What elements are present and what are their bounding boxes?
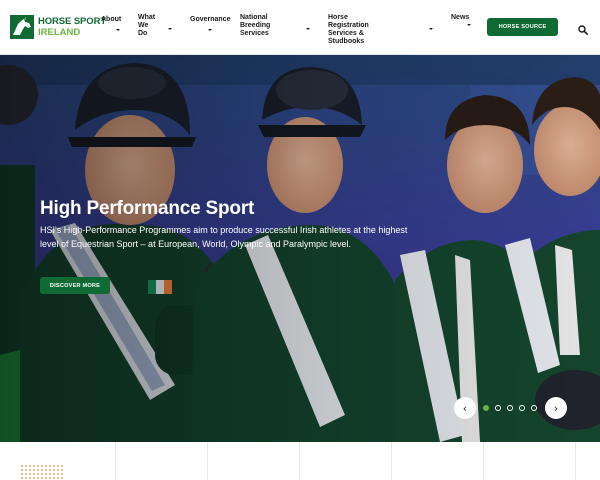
chevron-left-icon: ‹ (462, 401, 468, 415)
nav-item-label: National Breeding (240, 14, 271, 29)
search-icon[interactable] (578, 22, 588, 35)
chevron-down-icon (116, 29, 120, 31)
chevron-down-icon (306, 28, 310, 30)
logo-line-1: HORSE SPORT (38, 16, 107, 27)
column-divider (115, 442, 116, 480)
site-header: HORSE SPORT IRELAND About What We Do Gov… (0, 0, 600, 55)
chevron-down-icon (208, 29, 212, 31)
nav-item-news[interactable]: News (451, 14, 471, 26)
column-divider (299, 442, 300, 480)
slider-dot-3[interactable] (507, 405, 513, 411)
chevron-down-icon (168, 28, 172, 30)
column-divider (391, 442, 392, 480)
slider-dot-5[interactable] (531, 405, 537, 411)
nav-item-label-2: Do (138, 30, 148, 37)
nav-item-label-2: Services (240, 30, 269, 37)
hero-slider: High Performance Sport HSI's High-Perfor… (0, 55, 600, 442)
discover-more-button[interactable]: DISCOVER MORE (40, 277, 110, 294)
nav-item-governance[interactable]: Governance (190, 16, 231, 31)
slider-prev-button[interactable]: ‹ (454, 397, 476, 419)
content-strip (0, 442, 600, 480)
nav-item-national-breeding[interactable]: National Breeding Services (240, 14, 310, 38)
chevron-down-icon (467, 24, 471, 26)
nav-item-horse-registration[interactable]: Horse Registration Services & Studbooks (328, 14, 433, 46)
hero-subtitle: HSI's High-Performance Programmes aim to… (40, 224, 455, 251)
column-divider (575, 442, 576, 480)
nav-item-about[interactable]: About (101, 16, 122, 31)
chevron-right-icon: › (553, 401, 559, 415)
nav-item-what-we-do[interactable]: What We Do (138, 14, 172, 38)
slider-dot-1[interactable] (483, 405, 489, 411)
nav-item-label: About (101, 16, 122, 23)
slider-dot-4[interactable] (519, 405, 525, 411)
site-logo[interactable]: HORSE SPORT IRELAND (10, 14, 106, 40)
nav-item-label-2: Studbooks (328, 38, 365, 45)
logo-line-2: IRELAND (38, 27, 81, 38)
column-divider (207, 442, 208, 480)
nav-item-label: Horse Registration Services & (328, 14, 369, 37)
horse-source-button[interactable]: HORSE SOURCE (487, 18, 558, 36)
nav-item-label: News (451, 14, 470, 21)
column-divider (483, 442, 484, 480)
slider-dot-2[interactable] (495, 405, 501, 411)
decorative-dot-pattern (20, 464, 64, 480)
hero-subtitle-line-1: HSI's High-Performance Programmes aim to… (40, 225, 408, 235)
chevron-down-icon (429, 28, 433, 30)
hero-subtitle-line-2: level of Equestrian Sport – at European,… (40, 238, 351, 249)
nav-item-label: What We (138, 14, 156, 29)
hero-title: High Performance Sport (40, 198, 255, 219)
slider-next-button[interactable]: › (545, 397, 567, 419)
nav-item-label: Governance (190, 16, 231, 23)
horse-logo-icon (10, 15, 34, 39)
